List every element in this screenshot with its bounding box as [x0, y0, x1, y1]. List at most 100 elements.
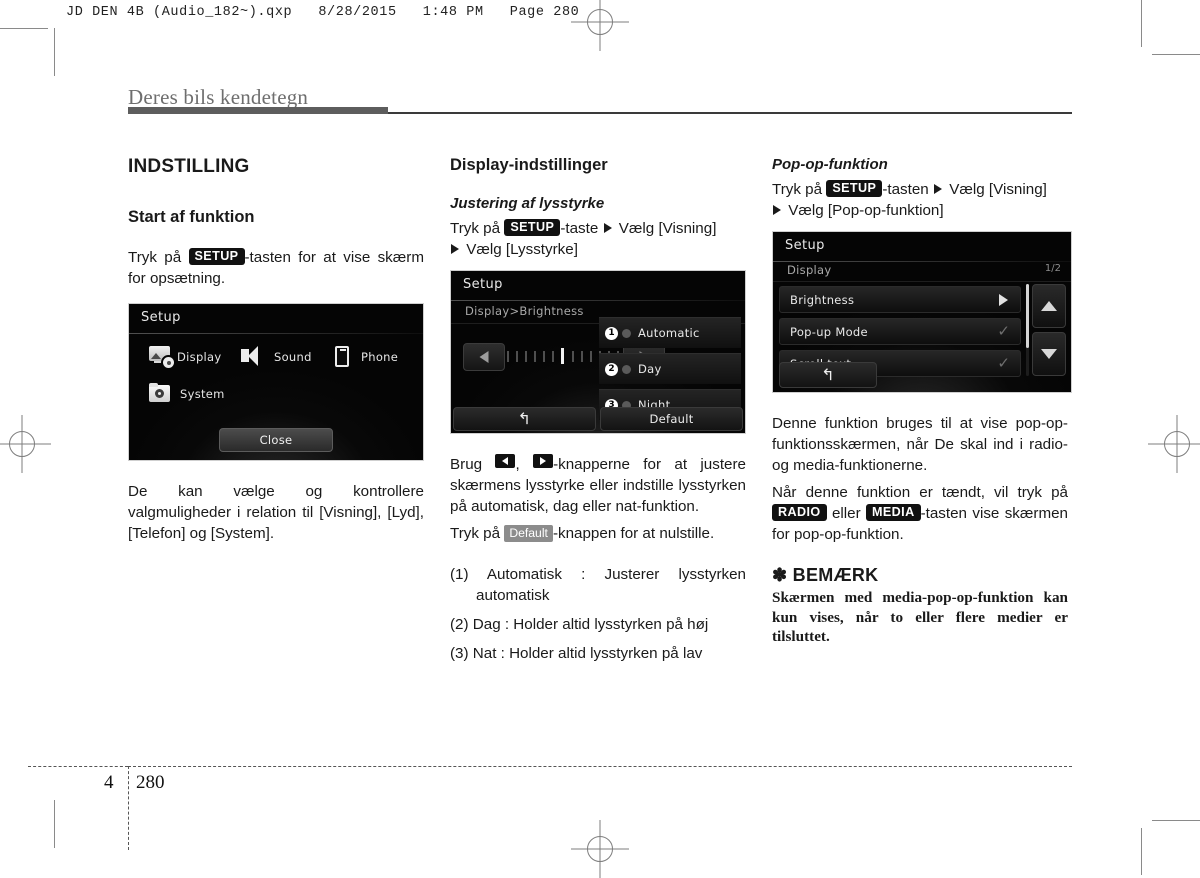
registration-mark-top [583, 5, 617, 39]
screen-title: Setup [463, 277, 503, 292]
subheading-justering-af-lysstyrke: Justering af lysstyrke [450, 195, 605, 212]
path-arrow-icon [603, 223, 612, 233]
popup-keys-pre-text: Når denne funktion er tændt, vil tryk på [772, 484, 1068, 501]
display-list-screenshot: Setup Display 1/2 Brightness Pop-up Mode… [772, 231, 1072, 393]
brightness-option-automatic-label: Automatic [638, 326, 700, 340]
scrollbar-thumb[interactable] [1026, 284, 1029, 348]
scroll-up-button[interactable] [1032, 284, 1066, 328]
running-head-rule-thick [128, 107, 388, 114]
right-arrow-key-icon [533, 454, 554, 468]
slider-tick [552, 350, 555, 362]
usage-pre-text: Brug [450, 456, 483, 473]
crop-mark-top-right-h [1152, 54, 1200, 55]
path-arrow-icon [773, 205, 781, 215]
setup-home-screenshot: Setup Display Sound Phone System Close [128, 303, 424, 461]
running-head-rule-thin [388, 112, 1072, 114]
chevron-right-icon [999, 293, 1008, 306]
callout-number-2: 2 [605, 362, 618, 376]
screen-title-divider [773, 261, 1071, 262]
screen-title-divider [451, 300, 745, 301]
brightness-path-line: Tryk på SETUP -taste Vælg [Visning] Vælg … [450, 218, 746, 260]
setup-item-sound[interactable]: Sound [241, 346, 331, 367]
system-folder-icon [149, 383, 173, 404]
brightness-option-day-label: Day [638, 362, 662, 376]
screen-title-divider [129, 333, 423, 334]
popup-keys-paragraph: Når denne funktion er tændt, vil tryk på… [772, 482, 1068, 545]
usage-post-text: -knapperne for at justere skærmens lysst… [450, 456, 746, 515]
path-pre-text: Tryk på [772, 181, 823, 198]
column-one: INDSTILLING Start af funktion Tryk på SE… [128, 156, 424, 544]
setup-item-display[interactable]: Display [149, 346, 241, 368]
callout-number-1: 1 [605, 326, 618, 340]
list-item: (1) Automatisk : Justerer lysstyrken aut… [450, 566, 746, 604]
setup-item-phone[interactable]: Phone [331, 346, 398, 367]
intro-paragraph: Tryk på SETUP -tasten for at vise skærm f… [128, 247, 424, 289]
reset-pre-text: Tryk på [450, 525, 501, 542]
slider-tick [525, 350, 528, 362]
breadcrumb-divider [773, 281, 1071, 282]
back-button[interactable]: ↰ [453, 407, 596, 431]
page-indicator: 1/2 [1044, 263, 1061, 274]
setup-item-sound-label: Sound [274, 349, 312, 364]
scroll-down-button[interactable] [1032, 332, 1066, 376]
page-canvas: JD DEN 4B (Audio_182~).qxp 8/28/2015 1:4… [0, 0, 1200, 875]
reset-post-text: -knappen for at nulstille. [552, 525, 715, 542]
path-step-2: Vælg [Lysstyrke] [466, 241, 578, 258]
media-key-badge: MEDIA [865, 504, 921, 521]
footer-page-number: 280 [136, 772, 165, 793]
list-item-brightness-label: Brightness [790, 292, 855, 307]
path-pre-text: Tryk på [450, 220, 501, 237]
close-button[interactable]: Close [219, 428, 333, 452]
slider-tick [571, 350, 574, 362]
default-button[interactable]: Default [600, 407, 743, 431]
back-arrow-icon: ↰ [517, 409, 532, 428]
crop-mark-top-right-v [1141, 0, 1142, 47]
footer-chapter-number: 4 [104, 772, 114, 793]
subheading-pop-op-funktion: Pop-op-funktion [772, 156, 888, 173]
slider-tick [580, 350, 583, 362]
setup-item-system-label: System [180, 386, 225, 401]
setup-key-badge: SETUP [504, 219, 561, 236]
popup-keys-mid-text: eller [831, 505, 861, 522]
brightness-option-automatic[interactable]: 1 Automatic [599, 317, 741, 348]
screen-bottom-bar: ↰ Default [451, 405, 745, 433]
back-arrow-icon: ↰ [821, 365, 835, 384]
subheading-start-af-funktion: Start af funktion [128, 208, 255, 226]
setup-key-badge: SETUP [826, 180, 883, 197]
radio-key-badge: RADIO [772, 504, 827, 521]
brightness-option-day[interactable]: 2 Day [599, 353, 741, 384]
slider-tick [589, 350, 592, 362]
setup-item-display-label: Display [177, 349, 222, 364]
footer-rule-left [28, 766, 128, 767]
list-item: (2) Dag : Holder altid lysstyrken på høj [450, 616, 709, 633]
note-title: ✽ BEMÆRK [772, 565, 879, 585]
crop-mark-left-v [54, 28, 55, 76]
list-item-brightness[interactable]: Brightness [779, 286, 1021, 313]
column-two: Display-indstillinger Justering af lysst… [450, 156, 746, 672]
slider-tick [543, 350, 546, 362]
list-item: (3) Nat : Holder altid lysstyrken på lav [450, 645, 703, 662]
column-three: Pop-op-funktion Tryk på SETUP -tasten Væl… [772, 156, 1072, 647]
reset-paragraph: Tryk på Default -knappen for at nulstille… [450, 523, 746, 544]
section-title: INDSTILLING [128, 156, 250, 177]
crop-mark-bottom-right-v [1141, 828, 1142, 875]
phone-icon [331, 346, 355, 367]
footer-rule-vertical [128, 766, 129, 850]
column-one-after-text: De kan vælge og kontrollere valgmulighed… [128, 483, 424, 542]
list-item-popup-mode[interactable]: Pop-up Mode ✓ [779, 318, 1021, 345]
left-arrow-key-icon [495, 454, 516, 468]
path-arrow-icon [933, 184, 942, 194]
path-step-1: Vælg [Visning] [949, 181, 1047, 198]
path-mid-text: -tasten [882, 181, 929, 198]
brightness-decrease-button[interactable] [463, 343, 505, 371]
heading-display-indstillinger: Display-indstillinger [450, 156, 608, 174]
screen-breadcrumb: Display [787, 263, 832, 277]
checkmark-icon: ✓ [997, 354, 1010, 372]
setup-item-system[interactable]: System [149, 383, 225, 404]
back-button[interactable]: ↰ [779, 362, 877, 388]
screen-title: Setup [785, 238, 825, 253]
crop-mark-bottom-right-h [1152, 820, 1200, 821]
radio-dot-icon [622, 328, 631, 338]
registration-mark-left [5, 427, 39, 461]
screen-breadcrumb: Display>Brightness [465, 304, 584, 318]
